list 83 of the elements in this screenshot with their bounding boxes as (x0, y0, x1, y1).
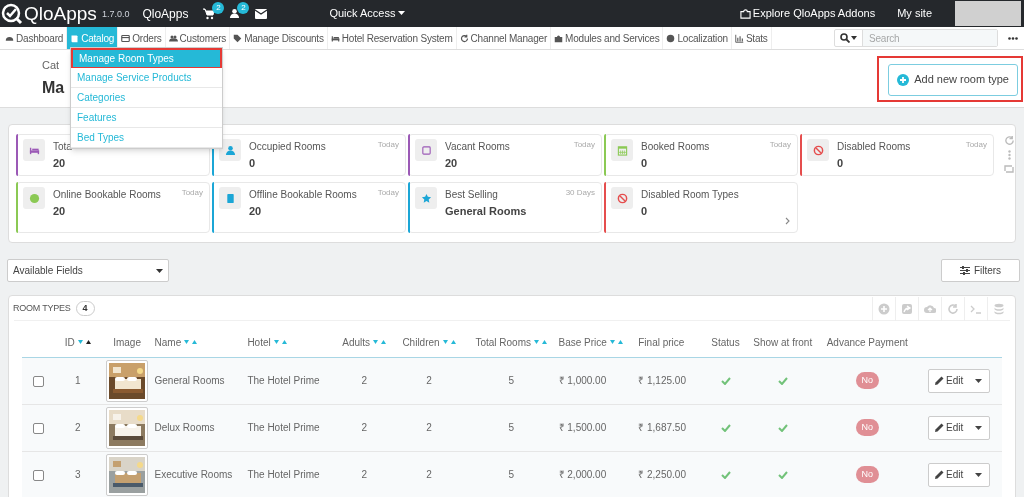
column-header: Advance Payment (826, 336, 908, 350)
column-header[interactable]: Total Rooms (475, 335, 531, 350)
kpi-value: 0 (837, 156, 845, 171)
nav-tab[interactable]: Hotel Reservation System (327, 27, 457, 49)
status-badge: No (855, 418, 879, 437)
column-header[interactable]: ID (64, 335, 75, 350)
table-cell: 2 (426, 469, 432, 480)
kpi-value: 20 (53, 156, 67, 171)
kpi-value: General Rooms (445, 204, 528, 219)
page-title: Ma (42, 77, 65, 98)
kpi-period: Today (965, 139, 987, 151)
kpi-value: 0 (641, 156, 649, 171)
column-header[interactable]: Name (154, 335, 182, 350)
add-room-type-button[interactable]: Add new room type (888, 63, 1018, 96)
filters-button[interactable]: Filters (941, 259, 1020, 282)
kpi-label: Best Selling (445, 188, 498, 202)
kpi-value: 20 (53, 204, 67, 219)
table-cell: 1 (74, 375, 81, 386)
kpi-period: Today (377, 187, 399, 199)
column-header[interactable]: Children (402, 335, 440, 350)
shop-link[interactable]: QloApps (142, 4, 189, 23)
notification-badge: 2 (212, 1, 225, 14)
kpi-period: Today (573, 139, 595, 151)
table-cell: 2 (361, 469, 367, 480)
table-cell: ₹ 2,000.00 (558, 469, 607, 480)
panel-title: ROOM TYPES (13, 301, 71, 315)
kpi-period: 30 Days (565, 187, 595, 199)
nav-tab[interactable]: Localization (663, 27, 732, 49)
table-cell: ₹ 1,125.00 (638, 375, 686, 386)
version-text: 1.7.0.0 (101, 8, 130, 22)
kpi-label: Offline Bookable Rooms (249, 188, 357, 202)
table-cell: 2 (74, 422, 81, 433)
table-cell: The Hotel Prime (247, 422, 320, 433)
table-cell: 3 (74, 469, 81, 480)
table-cell: ₹ 1,687.50 (638, 422, 686, 433)
table-cell: The Hotel Prime (247, 469, 320, 480)
column-header: Final price (638, 336, 685, 350)
kpi-label: Online Bookable Rooms (53, 188, 161, 202)
table-cell: 5 (508, 375, 514, 386)
status-badge: No (855, 465, 879, 484)
column-header: Show at front (753, 336, 813, 350)
table-cell: 2 (426, 422, 432, 433)
table-cell: 2 (361, 375, 367, 386)
kpi-label: Disabled Rooms (837, 140, 911, 154)
fields-select[interactable]: Available Fields (7, 259, 169, 282)
table-cell: ₹ 2,250.00 (638, 469, 686, 480)
quick-access-menu[interactable]: Quick Access (329, 5, 406, 22)
status-badge: No (855, 371, 879, 390)
nav-tab[interactable]: Stats (731, 27, 772, 49)
kpi-value: 0 (249, 156, 257, 171)
kpi-value: 0 (641, 204, 649, 219)
kpi-label: Vacant Rooms (445, 140, 510, 154)
kpi-period: Today (181, 187, 203, 199)
table-cell: The Hotel Prime (247, 375, 320, 386)
table-cell: General Rooms (154, 375, 225, 386)
column-header[interactable]: Hotel (247, 335, 271, 350)
kpi-period: Today (377, 139, 399, 151)
my-site-link[interactable]: My site (897, 5, 932, 22)
kpi-value: 20 (249, 204, 263, 219)
kpi-label: Disabled Room Types (641, 188, 739, 202)
column-header: Status (711, 336, 740, 350)
table-cell: ₹ 1,000.00 (558, 375, 607, 386)
logo-text: QloApps (24, 4, 97, 23)
breadcrumb: Cat (42, 58, 61, 74)
table-cell: ₹ 1,500.00 (558, 422, 607, 433)
table-cell: Delux Rooms (154, 422, 215, 433)
nav-tab[interactable]: Manage Discounts (230, 27, 328, 49)
column-header: Image (113, 336, 141, 350)
column-header[interactable]: Base Price (558, 335, 607, 350)
table-cell: Executive Rooms (154, 469, 233, 480)
kpi-value: 20 (445, 156, 459, 171)
table-cell: 5 (508, 469, 514, 480)
kpi-period: Today (769, 139, 791, 151)
column-header[interactable]: Adults (342, 335, 371, 350)
notification-badge: 2 (237, 2, 250, 14)
kpi-label: Booked Rooms (641, 140, 710, 154)
nav-tab[interactable]: Channel Manager (456, 27, 552, 49)
kpi-label: Occupied Rooms (249, 140, 326, 154)
addons-link[interactable]: Explore QloApps Addons (739, 5, 876, 22)
table-cell: 5 (508, 422, 514, 433)
nav-tab[interactable]: Modules and Services (551, 27, 664, 49)
table-cell: 2 (426, 375, 432, 386)
table-cell: 2 (361, 422, 367, 433)
